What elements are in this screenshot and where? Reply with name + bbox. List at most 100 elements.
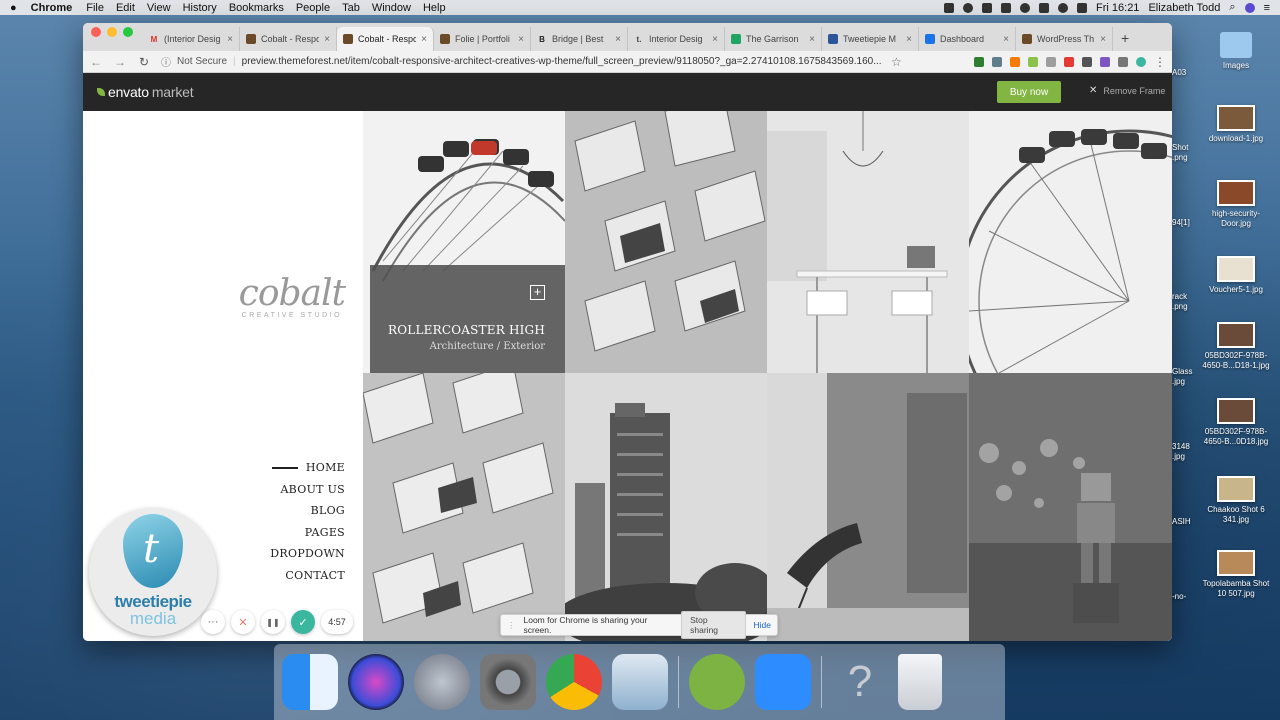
worldcat-icon[interactable]	[689, 654, 745, 710]
plus-icon[interactable]: +	[530, 285, 545, 300]
cancel-recording-button[interactable]: ✕	[231, 610, 255, 634]
portfolio-tile[interactable]	[767, 111, 969, 373]
menu-history[interactable]: History	[183, 2, 217, 14]
nav-home[interactable]: HOME	[270, 461, 345, 475]
nav-contact[interactable]: CONTACT	[270, 569, 345, 583]
trash-icon[interactable]	[898, 654, 942, 710]
launchpad-icon[interactable]	[414, 654, 470, 710]
envato-logo[interactable]: envato market	[97, 84, 194, 100]
tab-4[interactable]: B Bridge | Best ×	[531, 27, 628, 51]
close-tab-icon[interactable]: ×	[518, 34, 524, 45]
desktop-file-7[interactable]: Topolabamba Shot 10 507.jpg	[1196, 550, 1276, 599]
portfolio-tile[interactable]	[969, 111, 1172, 373]
close-tab-icon[interactable]: ×	[615, 34, 621, 45]
desktop-file-3[interactable]: Voucher5-1.jpg	[1196, 256, 1276, 295]
tab-6[interactable]: The Garrison ×	[725, 27, 822, 51]
portfolio-tile[interactable]	[565, 111, 767, 373]
menu-view[interactable]: View	[147, 2, 171, 14]
zoom-window-button[interactable]	[123, 27, 133, 37]
portfolio-tile[interactable]	[363, 373, 565, 641]
desktop-file-5[interactable]: 05BD302F-978B- 4650-B...0D18.jpg	[1196, 398, 1276, 447]
desktop-file-partial-label[interactable]: 94[1]	[1172, 218, 1190, 228]
siri-icon[interactable]	[348, 654, 404, 710]
desktop-file-partial-label[interactable]: rack .png	[1172, 292, 1188, 312]
drag-handle-icon[interactable]: ⋮	[507, 620, 516, 631]
wifi-icon[interactable]	[1058, 2, 1069, 13]
menu-app-name[interactable]: Chrome	[31, 2, 73, 14]
tab-3[interactable]: Folie | Portfoli ×	[434, 27, 531, 51]
tab-7[interactable]: Tweetiepie M ×	[822, 27, 919, 51]
portfolio-tile[interactable]	[969, 373, 1172, 641]
tab-5[interactable]: t. Interior Desig ×	[628, 27, 725, 51]
desktop-file-partial-label[interactable]: ASIH	[1172, 517, 1191, 527]
record-icon[interactable]	[963, 2, 974, 13]
help-icon[interactable]: ?	[832, 654, 888, 710]
chrome-icon[interactable]	[546, 654, 602, 710]
extension-icon[interactable]	[1064, 56, 1074, 67]
finish-recording-button[interactable]: ✓	[291, 610, 315, 634]
notification-center-icon[interactable]: ≡	[1264, 2, 1270, 14]
preview-icon[interactable]	[612, 654, 668, 710]
menu-tab[interactable]: Tab	[342, 2, 360, 14]
extension-icon[interactable]	[1028, 56, 1038, 67]
info-icon[interactable]: ⓘ	[161, 54, 171, 69]
close-window-button[interactable]	[91, 27, 101, 37]
siri-icon[interactable]	[1244, 2, 1255, 13]
tab-1[interactable]: Cobalt - Respo ×	[240, 27, 337, 51]
close-tab-icon[interactable]: ×	[1100, 34, 1106, 45]
tab-2[interactable]: Cobalt - Respo ×	[337, 27, 434, 51]
avatar[interactable]	[1136, 56, 1146, 67]
clock[interactable]: Fri 16:21	[1096, 2, 1139, 14]
menu-edit[interactable]: Edit	[116, 2, 135, 14]
extension-icon[interactable]	[1082, 56, 1092, 67]
portfolio-overlay[interactable]: + ROLLERCOASTER HIGH Architecture / Exte…	[370, 265, 565, 373]
battery-icon[interactable]	[1039, 2, 1050, 13]
puzzle-icon[interactable]	[1118, 56, 1128, 67]
loom-camera-bubble[interactable]: t tweetiepie media	[89, 508, 217, 636]
volume-icon[interactable]	[1077, 2, 1088, 13]
new-tab-button[interactable]: +	[1113, 30, 1137, 51]
nav-pages[interactable]: PAGES	[270, 526, 345, 540]
menu-window[interactable]: Window	[372, 2, 411, 14]
extension-icon[interactable]	[1010, 56, 1020, 67]
desktop-file-partial-label[interactable]: Glass .jpg	[1172, 367, 1192, 387]
tab-0[interactable]: M (Interior Desig ×	[143, 27, 240, 51]
desktop-file-4[interactable]: 05BD302F-978B- 4650-B...D18-1.jpg	[1196, 322, 1276, 371]
bookmark-star-icon[interactable]: ☆	[891, 55, 902, 69]
close-tab-icon[interactable]: ×	[1003, 34, 1009, 45]
menu-people[interactable]: People	[296, 2, 330, 14]
desktop-file-0[interactable]: Images	[1196, 32, 1276, 71]
spotlight-icon[interactable]: ⌕	[1229, 1, 1235, 14]
apple-icon[interactable]: ●	[10, 2, 17, 14]
more-menu-icon[interactable]: ⋮	[1154, 55, 1166, 69]
extension-icon[interactable]	[1046, 56, 1056, 67]
desktop-file-6[interactable]: Chaakoo Shot 6 341.jpg	[1196, 476, 1276, 525]
dropbox-icon[interactable]	[982, 2, 993, 13]
nav-blog[interactable]: BLOG	[270, 504, 345, 518]
close-tab-icon[interactable]: ×	[906, 34, 912, 45]
close-tab-icon[interactable]: ×	[712, 34, 718, 45]
stop-sharing-button[interactable]: Stop sharing	[681, 611, 746, 639]
clipboard-icon[interactable]	[1001, 2, 1012, 13]
menu-file[interactable]: File	[86, 2, 104, 14]
microphone-icon[interactable]	[944, 2, 955, 13]
reload-icon[interactable]: ↻	[137, 55, 151, 69]
tab-8[interactable]: Dashboard ×	[919, 27, 1016, 51]
close-tab-icon[interactable]: ×	[324, 34, 330, 45]
finder-icon[interactable]	[282, 654, 338, 710]
close-tab-icon[interactable]: ×	[809, 34, 815, 45]
hide-button[interactable]: Hide	[754, 620, 771, 630]
zoom-icon[interactable]	[755, 654, 811, 710]
tab-9[interactable]: WordPress Th ×	[1016, 27, 1113, 51]
nav-about-us[interactable]: ABOUT US	[270, 483, 345, 497]
more-options-button[interactable]: ···	[201, 610, 225, 634]
remove-frame-button[interactable]: ✕ Remove Frame	[1089, 85, 1165, 96]
desktop-file-partial-label[interactable]: A03	[1172, 68, 1186, 78]
menu-help[interactable]: Help	[423, 2, 446, 14]
close-tab-icon[interactable]: ×	[227, 34, 233, 45]
sync-icon[interactable]	[1020, 2, 1031, 13]
system-preferences-icon[interactable]	[480, 654, 536, 710]
back-icon[interactable]: ←	[89, 55, 103, 69]
minimize-window-button[interactable]	[107, 27, 117, 37]
desktop-file-2[interactable]: high-security- Door.jpg	[1196, 180, 1276, 229]
